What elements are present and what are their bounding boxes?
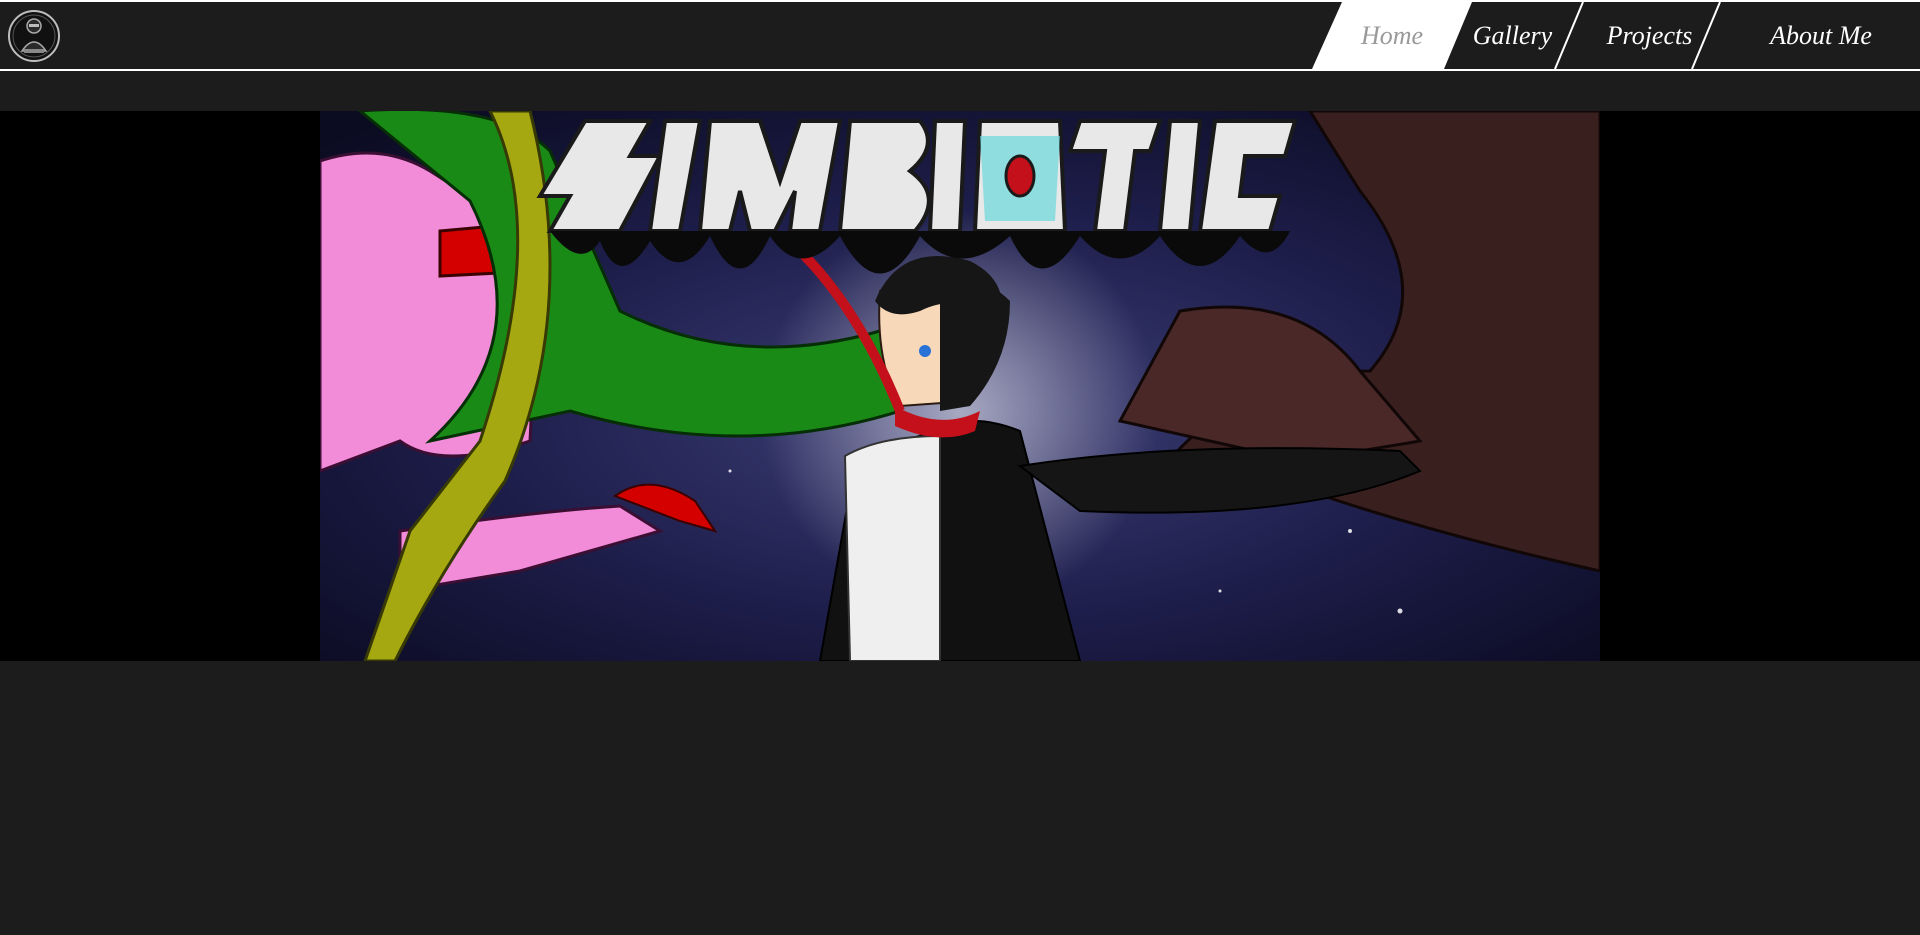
site-logo[interactable] [7, 9, 61, 63]
hero-banner-image [320, 111, 1600, 661]
nav-projects-label: Projects [1606, 21, 1693, 50]
robot-emblem-icon [8, 10, 60, 62]
nav-gallery-label: Gallery [1472, 21, 1553, 50]
nav-gallery[interactable]: Gallery [1440, 2, 1585, 69]
banner-strip [0, 111, 1920, 661]
nav-about-me[interactable]: About Me [1722, 2, 1920, 69]
nav-about-me-label: About Me [1770, 21, 1872, 50]
page-body [0, 661, 1920, 935]
sub-header-bar [0, 71, 1920, 111]
top-navigation-bar: Home Gallery Projects About Me [0, 0, 1920, 71]
symbiotic-artwork [320, 111, 1600, 661]
nav-projects[interactable]: Projects [1577, 2, 1722, 69]
